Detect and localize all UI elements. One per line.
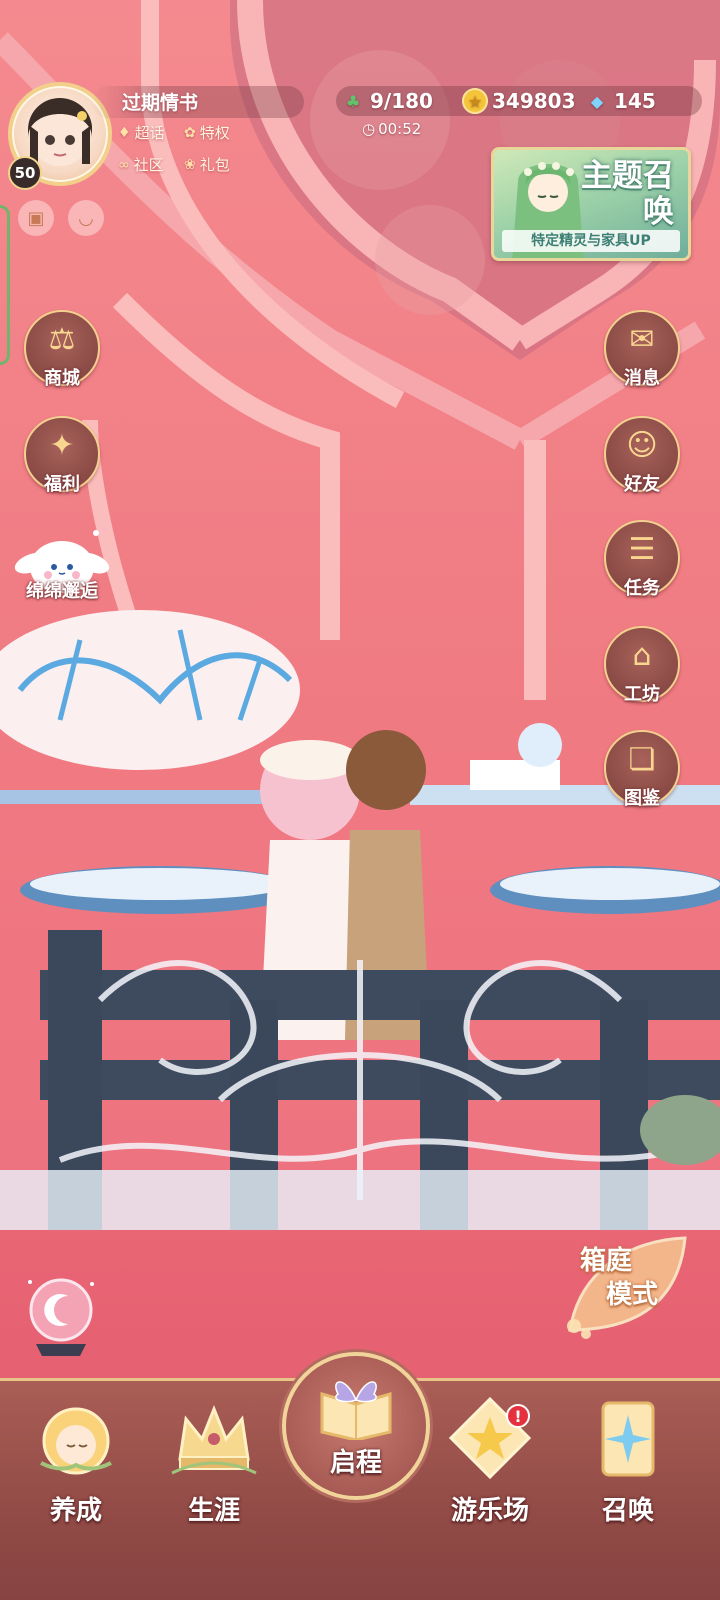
banner-title: 主题召唤 xyxy=(581,158,674,230)
friends-icon: ☺ xyxy=(626,428,658,463)
workshop-button[interactable]: ⌂ 工坊 xyxy=(604,626,680,705)
messages-button[interactable]: ✉ 消息 xyxy=(604,310,680,389)
clock-icon: ◷ xyxy=(362,120,376,138)
eye-icon[interactable]: ◡ xyxy=(68,200,104,236)
nav-cultivate[interactable]: 养成 xyxy=(16,1390,136,1540)
crown-icon xyxy=(166,1390,262,1486)
clover-icon: ♣ xyxy=(345,91,361,111)
nav-cultivate-label: 养成 xyxy=(49,1496,102,1526)
coin-icon: ★ xyxy=(462,88,488,114)
side-drawer-handle[interactable] xyxy=(0,205,10,365)
community-icon: ∞ xyxy=(118,156,130,173)
codex-label: 图鉴 xyxy=(624,788,660,809)
book-butterfly-icon xyxy=(316,1370,396,1440)
playground-alert-badge: ! xyxy=(506,1404,530,1428)
nav-start[interactable]: 启程 xyxy=(282,1352,430,1500)
workshop-sign-icon: ⌂ xyxy=(632,638,652,673)
stamina-timer: ◷ 00:52 xyxy=(362,120,421,138)
gift-pack-link[interactable]: ❀ 礼包 xyxy=(184,154,230,175)
theme-summon-banner[interactable]: 主题召唤 特定精灵与家具UP xyxy=(491,147,691,261)
gem-icon: ◆ xyxy=(590,91,604,111)
gem-value: 145 xyxy=(614,89,656,113)
stamina-value: 9/180 xyxy=(370,89,433,113)
gem-counter[interactable]: ◆ 145 xyxy=(584,86,656,116)
privilege-icon: ✿ xyxy=(184,124,196,141)
nav-summon-label: 召唤 xyxy=(601,1496,654,1526)
nav-start-label: 启程 xyxy=(329,1448,382,1478)
codex-button[interactable]: ❏ 图鉴 xyxy=(604,730,680,809)
community-link[interactable]: ∞ 社区 xyxy=(118,154,164,175)
clipboard-icon: ☰ xyxy=(628,532,656,567)
community-label: 社区 xyxy=(133,156,164,174)
gift-pack-label: 礼包 xyxy=(199,156,230,174)
photo-icon[interactable]: ▣ xyxy=(18,200,54,236)
globe-gift-icon: ✦ xyxy=(49,428,75,463)
player-name[interactable]: 过期情书 xyxy=(122,88,198,115)
nav-career-label: 生涯 xyxy=(187,1496,240,1526)
nav-playground-label: 游乐场 xyxy=(450,1496,529,1526)
player-level-badge: 50 xyxy=(8,156,42,190)
super-topic-label: 超话 xyxy=(134,124,165,142)
sleeping-girl-icon xyxy=(28,1390,124,1486)
privilege-link[interactable]: ✿ 特权 xyxy=(184,122,230,143)
friends-button[interactable]: ☺ 好友 xyxy=(604,416,680,495)
banner-subtitle: 特定精灵与家具UP xyxy=(502,230,680,252)
shop-label: 商城 xyxy=(44,368,80,389)
gift-icon: ❀ xyxy=(184,156,196,173)
workshop-label: 工坊 xyxy=(624,684,660,705)
shop-button[interactable]: ⚖ 商城 xyxy=(24,310,100,389)
welfare-label: 福利 xyxy=(44,474,80,495)
moon-orb-icon[interactable] xyxy=(22,1272,100,1362)
friends-label: 好友 xyxy=(624,474,660,495)
cards-icon: ❏ xyxy=(628,742,656,777)
summon-card-icon xyxy=(580,1390,676,1486)
tasks-button[interactable]: ☰ 任务 xyxy=(604,520,680,599)
nav-summon[interactable]: 召唤 xyxy=(568,1390,688,1540)
envelope-heart-icon: ✉ xyxy=(629,322,655,357)
gold-counter[interactable]: ★ 349803 xyxy=(462,86,576,116)
super-topic-link[interactable]: ♦ 超话 xyxy=(118,122,165,143)
welfare-button[interactable]: ✦ 福利 xyxy=(24,416,100,495)
cinnamoroll-event-label: 绵绵邂逅 xyxy=(26,581,98,602)
tasks-label: 任务 xyxy=(624,578,660,599)
garden-mode-line1: 箱庭 xyxy=(580,1246,633,1276)
garden-mode-line2: 模式 xyxy=(606,1280,659,1310)
diamond-icon: ♦ xyxy=(118,124,131,141)
stamina-counter[interactable]: ♣ 9/180 xyxy=(340,86,433,116)
messages-label: 消息 xyxy=(624,368,660,389)
nav-playground[interactable]: 游乐场 xyxy=(430,1390,550,1540)
nav-career[interactable]: 生涯 xyxy=(154,1390,274,1540)
gold-value: 349803 xyxy=(492,89,576,113)
privilege-label: 特权 xyxy=(199,124,230,142)
timer-value: 00:52 xyxy=(378,120,422,138)
garden-mode-label: 箱庭 模式 xyxy=(580,1244,658,1312)
scales-icon: ⚖ xyxy=(48,322,76,357)
